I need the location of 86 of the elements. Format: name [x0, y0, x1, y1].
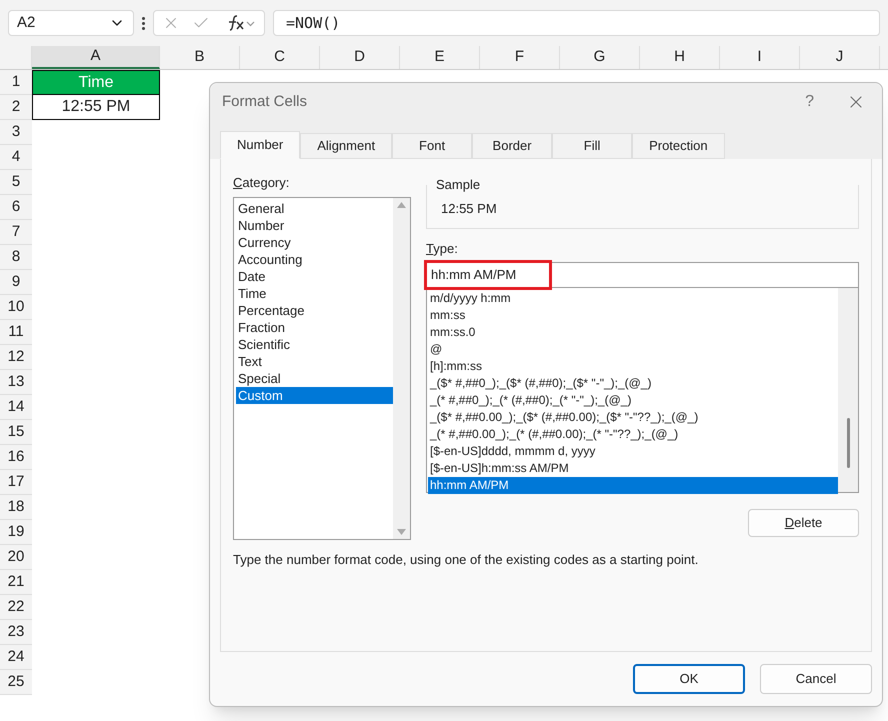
row-header[interactable]: 23	[0, 620, 32, 645]
delete-button[interactable]: Delete	[748, 508, 859, 536]
format-item[interactable]: mm:ss.0	[428, 324, 838, 340]
dialog-tab[interactable]: Border	[472, 133, 552, 159]
format-item[interactable]: _(* #,##0_);_(* (#,##0);_(* "-"_);_(@_)	[428, 392, 838, 408]
scrollbar[interactable]	[393, 198, 410, 538]
category-item[interactable]: Currency	[236, 234, 393, 250]
header-cell: Time	[32, 70, 160, 95]
row-header[interactable]: 2	[0, 95, 32, 120]
column-header[interactable]: F	[480, 46, 560, 69]
format-item[interactable]: [$-en-US]dddd, mmmm d, yyyy	[428, 442, 838, 460]
formula-field[interactable]: =NOW()	[273, 10, 880, 36]
scroll-thumb[interactable]	[846, 418, 850, 468]
row-header[interactable]: 3	[0, 120, 32, 145]
hint-text: Type the number format code, using one of the existing codes as a starting point.	[233, 550, 700, 569]
dialog-tab[interactable]: Fill	[552, 133, 632, 159]
category-list[interactable]: General Number Currency Accounting Date Time Percentage Fraction Scientific Text Special Custom	[233, 196, 411, 540]
ok-button[interactable]: OK	[633, 664, 745, 694]
help-button[interactable]: ?	[805, 90, 814, 114]
category-item[interactable]: Accounting	[236, 250, 393, 268]
cancel-button[interactable]: Cancel	[760, 664, 872, 694]
column-header[interactable]: D	[320, 46, 400, 69]
row-header[interactable]: 25	[0, 670, 32, 695]
more-icon[interactable]	[142, 16, 145, 30]
format-item[interactable]: m/d/yyyy h:mm	[428, 290, 838, 306]
format-item[interactable]: mm:ss	[428, 306, 838, 324]
format-item[interactable]: _($* #,##0.00_);_($* (#,##0.00);_($* "-"??_);_(@_)	[428, 408, 838, 426]
row-header[interactable]: 20	[0, 545, 32, 570]
row-header[interactable]: 19	[0, 520, 32, 545]
category-item[interactable]: Percentage	[236, 302, 393, 318]
row-header[interactable]: 16	[0, 445, 32, 470]
row-header[interactable]: 9	[0, 270, 32, 295]
format-item[interactable]: [h]:mm:ss	[428, 358, 838, 374]
dialog-tab[interactable]: Protection	[632, 133, 725, 159]
row-header[interactable]: 1	[0, 70, 32, 95]
row-header[interactable]: 12	[0, 345, 32, 370]
row-header[interactable]: 5	[0, 170, 32, 195]
category-label: Category:	[233, 174, 290, 192]
format-list[interactable]	[426, 288, 859, 492]
row-header[interactable]: 4	[0, 145, 32, 170]
format-item[interactable]: [$-en-US]h:mm:ss AM/PM	[428, 460, 838, 476]
dialog-title: Format Cells	[222, 92, 308, 112]
format-item[interactable]: @	[428, 340, 838, 358]
row-header[interactable]: 18	[0, 495, 32, 520]
table-cell: 12:55 PM	[32, 95, 160, 120]
category-item[interactable]: Time	[236, 284, 393, 302]
category-item[interactable]: Text	[236, 352, 393, 370]
category-item[interactable]: Custom	[236, 386, 393, 404]
dialog-tab[interactable]: Font	[392, 133, 472, 159]
category-item[interactable]: Date	[236, 268, 393, 284]
format-item[interactable]: hh:mm AM/PM	[428, 476, 838, 494]
row-header[interactable]: 6	[0, 195, 32, 220]
category-item[interactable]: General	[236, 200, 393, 216]
dialog-tab[interactable]: Alignment	[300, 133, 392, 159]
row-header[interactable]: 13	[0, 370, 32, 395]
column-header[interactable]: H	[640, 46, 720, 69]
type-label: Type:	[426, 240, 459, 258]
format-item[interactable]: _(* #,##0.00_);_(* (#,##0.00);_(* "-"??_);_(@_)	[428, 426, 838, 442]
row-header[interactable]: 21	[0, 570, 32, 595]
column-header[interactable]: J	[800, 46, 880, 69]
category-item[interactable]: Special	[236, 370, 393, 386]
scroll-up-icon[interactable]	[397, 202, 406, 208]
category-item[interactable]: Number	[236, 216, 393, 234]
category-item[interactable]: Scientific	[236, 336, 393, 352]
sample-value: 12:55 PM	[440, 200, 497, 218]
row-header[interactable]: 15	[0, 420, 32, 445]
type-field[interactable]: hh:mm AM/PM	[426, 262, 859, 288]
category-item[interactable]: Fraction	[236, 318, 393, 336]
row-header[interactable]: 8	[0, 245, 32, 270]
name-box[interactable]: A2	[8, 10, 134, 36]
row-header[interactable]: 24	[0, 645, 32, 670]
column-header[interactable]: B	[160, 46, 240, 69]
dialog-tab[interactable]: Number	[220, 131, 300, 159]
row-header[interactable]: 14	[0, 395, 32, 420]
column-header[interactable]: G	[560, 46, 640, 69]
column-header[interactable]: I	[720, 46, 800, 69]
column-header[interactable]: E	[400, 46, 480, 69]
scroll-down-icon[interactable]	[397, 528, 406, 534]
format-item[interactable]: _($* #,##0_);_($* (#,##0);_($* "-"_);_(@_)	[428, 374, 838, 392]
row-header[interactable]: 7	[0, 220, 32, 245]
row-header[interactable]: 10	[0, 295, 32, 320]
column-header[interactable]: C	[240, 46, 320, 69]
row-header[interactable]: 17	[0, 470, 32, 495]
column-header[interactable]: A	[32, 46, 160, 69]
row-header[interactable]: 11	[0, 320, 32, 345]
row-header[interactable]: 22	[0, 595, 32, 620]
